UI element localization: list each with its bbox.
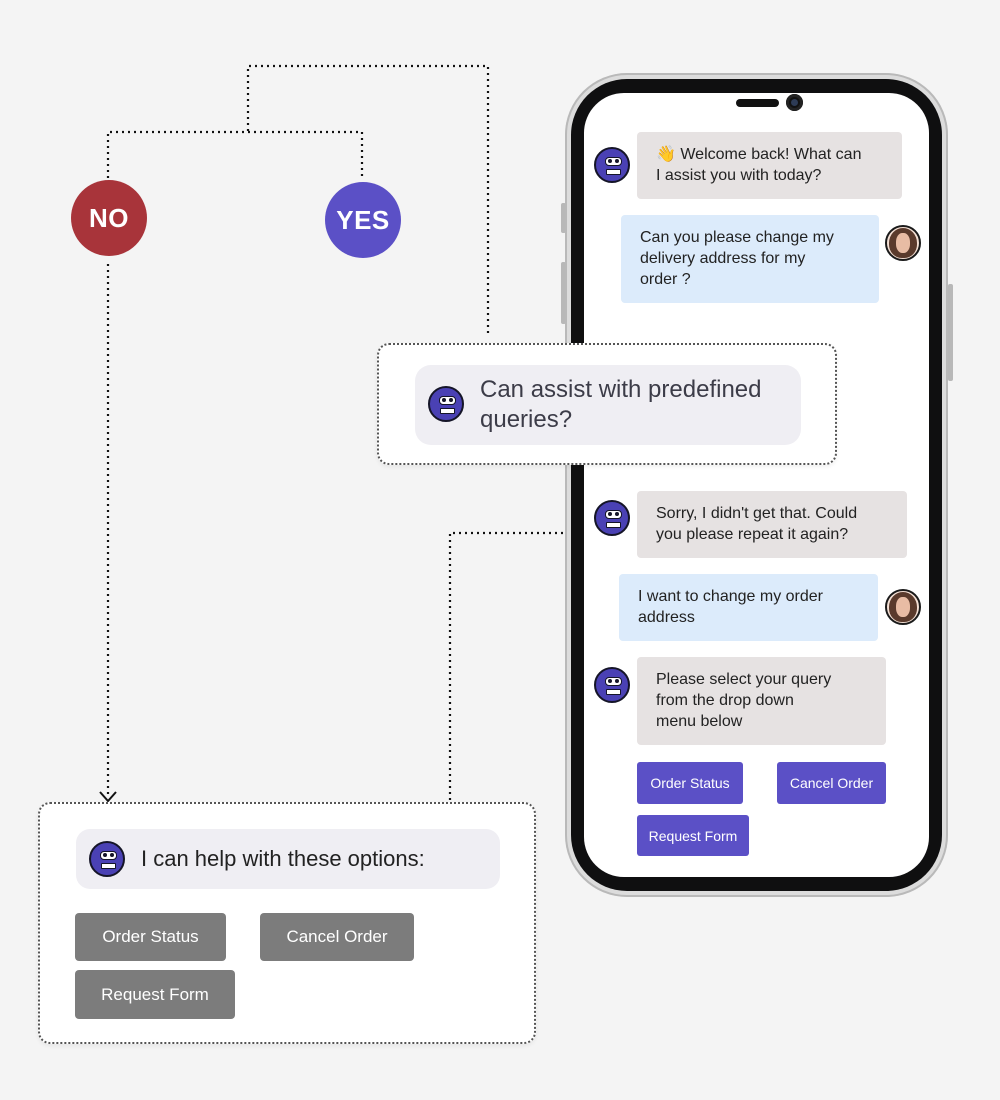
bot-avatar bbox=[594, 147, 630, 183]
bot-message-sorry: Sorry, I didn't get that. Could you plea… bbox=[637, 491, 907, 558]
request-form-button[interactable]: Request Form bbox=[637, 815, 749, 856]
options-title: I can help with these options: bbox=[141, 846, 425, 871]
order-status-option-button[interactable]: Order Status bbox=[75, 913, 226, 961]
phone-bezel bbox=[571, 79, 942, 891]
user-message-order-address: I want to change my order address bbox=[619, 574, 878, 641]
options-pill: I can help with these options: bbox=[76, 829, 500, 889]
connector-decision-split bbox=[106, 130, 364, 180]
bot-message-select-query: Please select your query from the drop d… bbox=[637, 657, 886, 745]
phone-screen bbox=[584, 93, 929, 877]
cancel-order-button[interactable]: Cancel Order bbox=[777, 762, 886, 804]
predefined-query-card: Can assist with predefined queries? bbox=[377, 343, 837, 465]
no-decision-node: NO bbox=[71, 180, 147, 256]
user-message-change-address: Can you please change my delivery addres… bbox=[621, 215, 879, 303]
no-label: NO bbox=[89, 202, 129, 233]
yes-decision-node: YES bbox=[325, 182, 401, 258]
bot-avatar bbox=[594, 500, 630, 536]
user-avatar bbox=[885, 589, 921, 625]
phone-speaker bbox=[736, 99, 779, 107]
user-avatar bbox=[885, 225, 921, 261]
help-options-card: I can help with these options: Order Sta… bbox=[38, 802, 536, 1044]
bot-avatar bbox=[594, 667, 630, 703]
phone-power-button bbox=[948, 284, 953, 381]
bot-avatar bbox=[89, 841, 125, 877]
cancel-order-option-button[interactable]: Cancel Order bbox=[260, 913, 414, 961]
query-question: Can assist with predefined queries? bbox=[480, 376, 762, 433]
phone-camera bbox=[786, 94, 803, 111]
query-pill: Can assist with predefined queries? bbox=[415, 365, 801, 445]
bot-message-welcome: 👋 Welcome back! What can I assist you wi… bbox=[637, 132, 902, 199]
order-status-button[interactable]: Order Status bbox=[637, 762, 743, 804]
request-form-option-button[interactable]: Request Form bbox=[75, 970, 235, 1019]
yes-label: YES bbox=[336, 204, 390, 235]
bot-avatar bbox=[428, 386, 464, 422]
